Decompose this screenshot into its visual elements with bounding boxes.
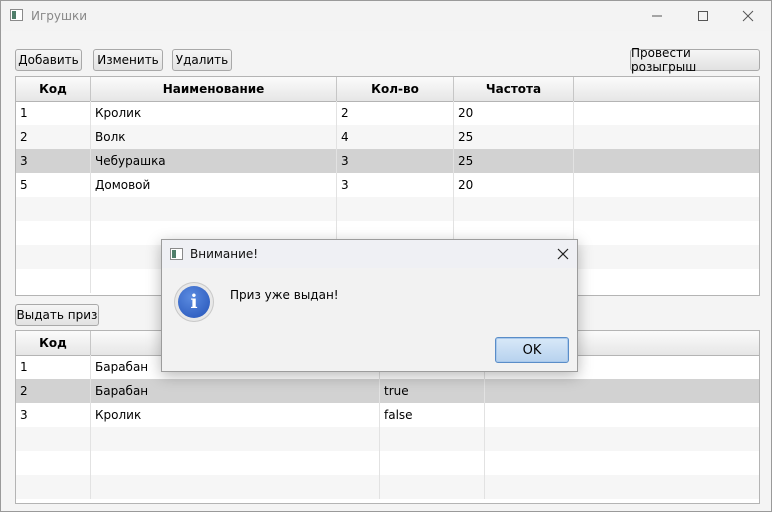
cell-code: 5 (16, 173, 91, 197)
cell-name: Кролик (91, 403, 380, 427)
cell-frequency: 20 (454, 101, 574, 125)
cell-empty (91, 451, 380, 475)
maximize-icon (698, 11, 708, 21)
cell-issued: false (380, 403, 485, 427)
cell-empty (574, 149, 759, 173)
cell-empty (16, 475, 91, 499)
cell-issued: true (380, 379, 485, 403)
table-row[interactable]: 3 Кролик false (16, 403, 759, 427)
cell-frequency: 20 (454, 173, 574, 197)
app-icon (10, 9, 23, 21)
empty-row (16, 197, 759, 221)
cell-empty (380, 451, 485, 475)
dialog-app-icon (170, 248, 183, 260)
alert-dialog: Внимание! i Приз уже выдан! OK (161, 239, 578, 372)
column-header-code[interactable]: Код (16, 77, 91, 101)
dialog-title: Внимание! (190, 247, 259, 261)
cell-name: Волк (91, 125, 337, 149)
toys-table-header: Код Наименование Кол-во Частота (16, 77, 759, 102)
cell-quantity: 2 (337, 101, 454, 125)
column-header-frequency[interactable]: Частота (454, 77, 574, 101)
minimize-button[interactable] (634, 1, 680, 31)
cell-empty (380, 427, 485, 451)
dialog-title-bar: Внимание! (162, 240, 577, 268)
cell-quantity: 4 (337, 125, 454, 149)
delete-button[interactable]: Удалить (172, 49, 232, 71)
column-header-code[interactable]: Код (16, 331, 91, 355)
dialog-close-button[interactable] (555, 246, 571, 262)
cell-empty (91, 197, 337, 221)
empty-row (16, 451, 759, 475)
cell-code: 1 (16, 101, 91, 125)
table-row-selected[interactable]: 2 Барабан true (16, 379, 759, 403)
cell-empty (16, 221, 91, 245)
maximize-button[interactable] (680, 1, 726, 31)
cell-empty (16, 427, 91, 451)
cell-quantity: 3 (337, 149, 454, 173)
edit-button[interactable]: Изменить (93, 49, 163, 71)
ok-button[interactable]: OK (495, 337, 569, 363)
cell-empty (574, 125, 759, 149)
cell-empty (574, 173, 759, 197)
cell-name: Чебурашка (91, 149, 337, 173)
cell-empty (337, 197, 454, 221)
cell-code: 2 (16, 379, 91, 403)
cell-name: Кролик (91, 101, 337, 125)
title-bar: Игрушки (1, 1, 771, 31)
cell-empty (16, 245, 91, 269)
raffle-button[interactable]: Провести розыгрыш (630, 46, 760, 74)
cell-frequency: 25 (454, 125, 574, 149)
cell-empty (16, 197, 91, 221)
close-icon (742, 10, 754, 22)
close-icon (557, 248, 569, 260)
dialog-message: Приз уже выдан! (230, 288, 339, 302)
cell-quantity: 3 (337, 173, 454, 197)
cell-empty (16, 451, 91, 475)
table-row[interactable]: 2 Волк 4 25 (16, 125, 759, 149)
table-row[interactable]: 5 Домовой 3 20 (16, 173, 759, 197)
cell-empty (574, 101, 759, 125)
cell-name: Барабан (91, 379, 380, 403)
info-icon: i (174, 282, 214, 322)
empty-row (16, 427, 759, 451)
cell-empty (380, 475, 485, 499)
empty-row (16, 475, 759, 499)
window-title: Игрушки (31, 9, 88, 23)
cell-code: 2 (16, 125, 91, 149)
cell-code: 1 (16, 355, 91, 379)
cell-empty (91, 475, 380, 499)
table-row[interactable]: 1 Кролик 2 20 (16, 101, 759, 125)
cell-name: Домовой (91, 173, 337, 197)
table-row-selected[interactable]: 3 Чебурашка 3 25 (16, 149, 759, 173)
cell-empty (91, 427, 380, 451)
minimize-icon (652, 15, 662, 17)
column-header-quantity[interactable]: Кол-во (337, 77, 454, 101)
give-prize-button[interactable]: Выдать приз (15, 304, 99, 326)
add-button[interactable]: Добавить (15, 49, 82, 71)
column-header-name[interactable]: Наименование (91, 77, 337, 101)
close-window-button[interactable] (725, 1, 771, 31)
cell-frequency: 25 (454, 149, 574, 173)
cell-empty (454, 197, 574, 221)
cell-code: 3 (16, 149, 91, 173)
cell-empty (16, 269, 91, 293)
cell-code: 3 (16, 403, 91, 427)
